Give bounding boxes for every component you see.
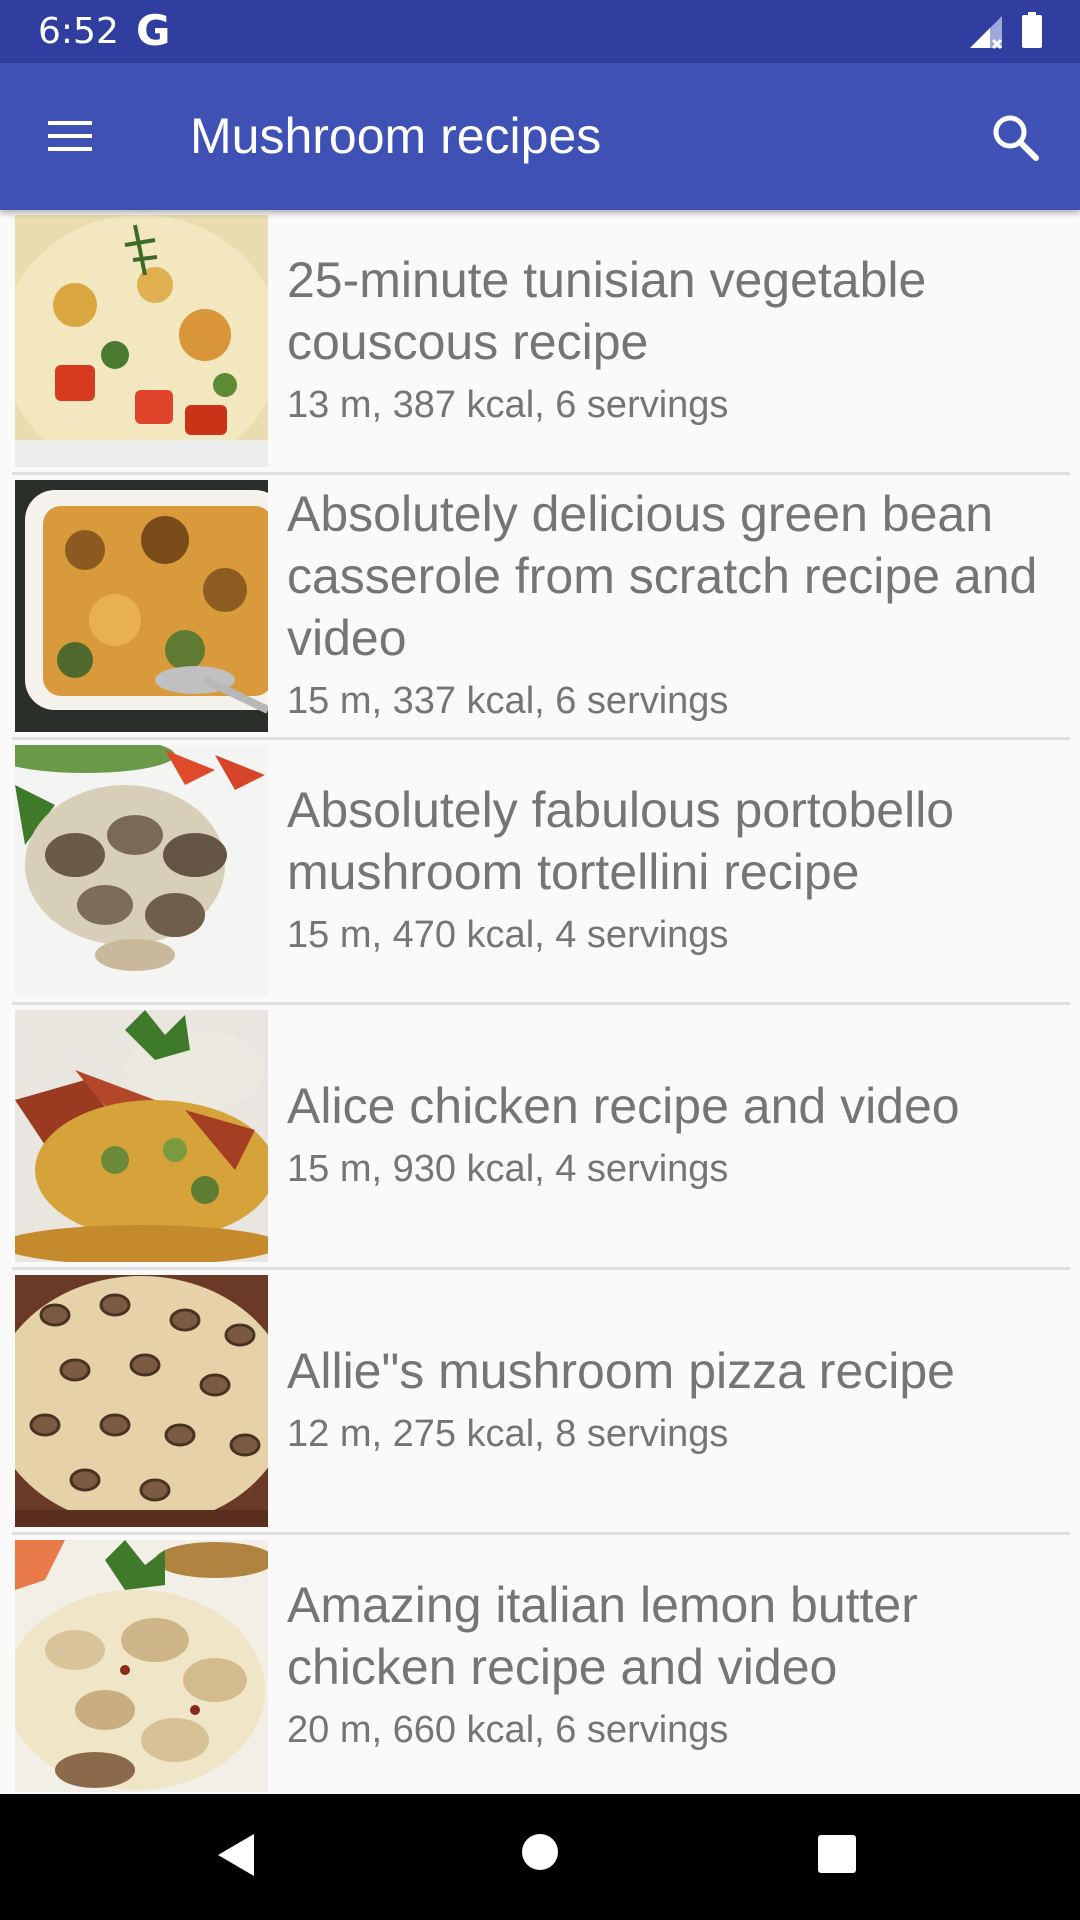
recents-square-icon [818,1835,856,1873]
home-circle-icon [522,1834,558,1870]
back-triangle-icon [218,1834,254,1876]
recipe-title: Absolutely delicious green bean casserol… [287,486,1038,666]
recipe-list-item[interactable]: Absolutely fabulous portobello mushroom … [0,740,1080,1002]
lemon-chicken-photo [15,1540,268,1792]
menu-button[interactable] [40,113,100,159]
search-icon [993,115,1039,161]
recipe-text: Absolutely delicious green bean casserol… [287,475,1067,737]
recipe-text: 25-minute tunisian vegetable couscous re… [287,210,1067,472]
recipe-list[interactable]: 25-minute tunisian vegetable couscous re… [0,210,1080,1794]
recipe-meta: 12 m, 275 kcal, 8 servings [287,1413,729,1455]
app-bar: Mushroom recipes [0,63,1080,210]
recipe-meta: 15 m, 470 kcal, 4 servings [287,914,729,956]
home-button[interactable] [520,1832,560,1877]
google-g-icon: G [136,6,171,55]
couscous-photo [15,215,268,467]
recipe-title: Absolutely fabulous portobello mushroom … [287,782,955,900]
recipe-list-item[interactable]: 25-minute tunisian vegetable couscous re… [0,210,1080,472]
hamburger-menu-icon [48,121,92,151]
recipe-title: Amazing italian lemon butter chicken rec… [287,1577,918,1695]
signal-icon [968,14,1004,55]
recipe-list-item[interactable]: Amazing italian lemon butter chicken rec… [0,1535,1080,1794]
recipe-title: Alice chicken recipe and video [287,1078,960,1134]
tortellini-photo [15,745,268,997]
recipe-text: Allie"s mushroom pizza recipe 12 m, 275 … [287,1270,1067,1532]
status-bar: 6:52 G [0,0,1080,63]
system-navigation-bar [0,1794,1080,1920]
recipe-list-item[interactable]: Allie"s mushroom pizza recipe 12 m, 275 … [0,1270,1080,1532]
chicken-photo [15,1010,268,1262]
recipe-title: 25-minute tunisian vegetable couscous re… [287,252,927,370]
recipe-meta: 15 m, 930 kcal, 4 servings [287,1148,729,1190]
recents-button[interactable] [817,1834,857,1879]
recipe-title: Allie"s mushroom pizza recipe [287,1343,955,1399]
battery-icon [1021,12,1043,53]
back-button[interactable] [214,1830,258,1885]
recipe-text: Alice chicken recipe and video 15 m, 930… [287,1005,1067,1267]
page-title: Mushroom recipes [190,108,602,164]
recipe-meta: 13 m, 387 kcal, 6 servings [287,384,729,426]
recipe-list-item[interactable]: Absolutely delicious green bean casserol… [0,475,1080,737]
search-button[interactable] [985,107,1045,167]
recipe-list-item[interactable]: Alice chicken recipe and video 15 m, 930… [0,1005,1080,1267]
recipe-meta: 15 m, 337 kcal, 6 servings [287,680,729,722]
recipe-text: Absolutely fabulous portobello mushroom … [287,740,1067,1002]
recipe-text: Amazing italian lemon butter chicken rec… [287,1535,1067,1794]
recipe-meta: 20 m, 660 kcal, 6 servings [287,1709,729,1751]
status-time: 6:52 [38,11,119,52]
pizza-photo [15,1275,268,1527]
casserole-photo [15,480,268,732]
